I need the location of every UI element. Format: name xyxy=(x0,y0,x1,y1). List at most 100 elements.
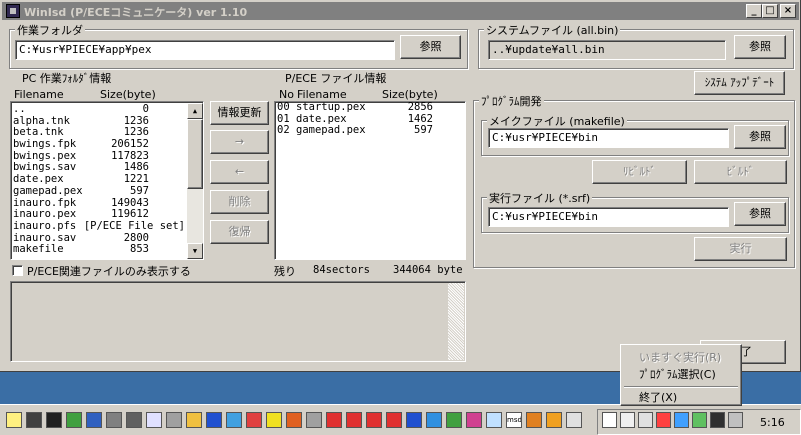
windows-icon[interactable] xyxy=(86,412,102,428)
pc-filesize: 0 xyxy=(142,103,149,115)
chat-icon[interactable] xyxy=(146,412,162,428)
system-file-input[interactable]: ..¥update¥all.bin xyxy=(488,40,726,60)
menu-item-exit[interactable]: 終了(X) xyxy=(623,389,739,406)
list-item[interactable]: makefile 853 xyxy=(13,244,187,256)
check-icon[interactable] xyxy=(566,412,582,428)
pece-list-title: P/ECE ファイル情報 xyxy=(285,72,387,85)
work-folder-label: 作業フォルダ xyxy=(15,22,85,38)
pece-filesize: 2856 xyxy=(407,101,433,113)
run-button[interactable]: 実行 xyxy=(694,237,787,261)
cpu-icon[interactable] xyxy=(126,412,142,428)
pc-col-filename: Filename xyxy=(14,88,64,101)
pc-filename: .. xyxy=(13,103,26,115)
star-icon[interactable] xyxy=(266,412,282,428)
pece-no: 00 xyxy=(277,101,290,113)
window-title: WinIsd (P/ECEコミュニケータ) ver 1.10 xyxy=(24,6,248,19)
pdf-icon[interactable] xyxy=(386,412,402,428)
pc-col-size: Size(byte) xyxy=(100,88,156,101)
remaining-bytes: 344064 byte xyxy=(393,264,463,276)
pdf-icon[interactable] xyxy=(366,412,382,428)
system-update-button[interactable]: ｼｽﾃﾑ ｱｯﾌﾟﾃﾞｰﾄ xyxy=(694,71,785,95)
pc-filename: inauro.pfs xyxy=(13,219,77,232)
exec-file-label: 実行ファイル (*.srf) xyxy=(487,190,593,206)
scroll-up-icon[interactable]: ▲ xyxy=(187,103,203,119)
pece-col-filename: Filename xyxy=(297,88,347,101)
paint-icon[interactable] xyxy=(286,412,302,428)
menu-item-select-program[interactable]: ﾌﾟﾛｸﾞﾗﾑ選択(C) xyxy=(623,366,739,383)
ie-icon[interactable] xyxy=(406,412,422,428)
scroll-down-icon[interactable]: ▼ xyxy=(187,243,203,259)
globe-icon[interactable] xyxy=(426,412,442,428)
main-window: WinIsd (P/ECEコミュニケータ) ver 1.10 _ □ × 作業フ… xyxy=(0,0,801,372)
pece-col-no: No xyxy=(279,88,294,101)
pece-filter-checkbox[interactable] xyxy=(12,265,23,276)
context-menu: いますぐ実行(R) ﾌﾟﾛｸﾞﾗﾑ選択(C) 終了(X) xyxy=(620,344,742,406)
folder-icon[interactable] xyxy=(186,412,202,428)
system-file-browse-button[interactable]: 参照 xyxy=(734,35,786,59)
pdf-icon[interactable] xyxy=(326,412,342,428)
pece-filename: gamepad.pex xyxy=(296,124,366,137)
delete-button[interactable]: 削除 xyxy=(210,190,269,214)
list-item[interactable]: inauro.pfs [P/ECE File set] xyxy=(13,219,187,233)
pc-filename: bwings.fpk xyxy=(13,138,77,151)
ie-icon[interactable] xyxy=(206,412,222,428)
tool-icon[interactable] xyxy=(246,412,262,428)
transfer-to-pece-button[interactable]: → xyxy=(210,130,269,154)
title-bar[interactable]: WinIsd (P/ECEコミュニケータ) ver 1.10 _ □ × xyxy=(2,2,799,20)
restore-button[interactable]: 復帰 xyxy=(210,220,269,244)
keyboard-icon[interactable] xyxy=(166,412,182,428)
pc-filesize: 597 xyxy=(130,184,149,197)
tree-icon[interactable] xyxy=(446,412,462,428)
scroll-thumb[interactable] xyxy=(187,119,203,189)
minimize-button[interactable]: _ xyxy=(746,4,762,18)
note-icon[interactable] xyxy=(486,412,502,428)
refresh-info-button[interactable]: 情報更新 xyxy=(210,101,269,125)
pc-filesize: [P/ECE File set] xyxy=(83,219,185,232)
app-icon[interactable] xyxy=(6,4,20,18)
pc-filesize: 853 xyxy=(130,243,149,256)
pece-col-size: Size(byte) xyxy=(382,88,438,101)
pen-icon[interactable] xyxy=(546,412,562,428)
pc-list-scrollbar[interactable]: ▲ ▼ xyxy=(187,103,203,259)
exec-file-input[interactable]: C:¥usr¥PIECE¥bin xyxy=(488,207,729,227)
work-folder-browse-button[interactable]: 参照 xyxy=(400,35,461,59)
close-window-button[interactable]: × xyxy=(780,4,796,18)
gear-icon[interactable] xyxy=(106,412,122,428)
menu-item-run-now[interactable]: いますぐ実行(R) xyxy=(623,349,739,366)
list-item[interactable]: 00 startup.pex 2856 xyxy=(277,102,463,114)
remaining-label: 残り xyxy=(274,265,296,278)
screen-icon[interactable] xyxy=(26,412,42,428)
makefile-browse-button[interactable]: 参照 xyxy=(734,125,786,149)
palette-icon[interactable] xyxy=(466,412,482,428)
rebuild-button[interactable]: ﾘﾋﾞﾙﾄﾞ xyxy=(592,160,687,184)
clock[interactable]: 5:16 xyxy=(760,416,785,429)
console-icon[interactable] xyxy=(46,412,62,428)
list-item[interactable]: .. 0 xyxy=(13,103,187,116)
tool-icon[interactable] xyxy=(306,412,322,428)
pdf-icon[interactable] xyxy=(346,412,362,428)
output-log[interactable] xyxy=(10,281,466,362)
remaining-sectors: 84sectors xyxy=(313,264,370,276)
pc-filename: gamepad.pex xyxy=(13,184,83,197)
transfer-to-pc-button[interactable]: ← xyxy=(210,160,269,184)
phone-icon[interactable] xyxy=(66,412,82,428)
pece-file-list[interactable]: 00 startup.pex 2856 01 date.pex 1462 02 gamepad… xyxy=(274,101,466,260)
makefile-input[interactable]: C:¥usr¥PIECE¥bin xyxy=(488,128,729,148)
pece-filename: startup.pex xyxy=(296,101,366,113)
exit-button-label: 了 xyxy=(741,345,752,358)
list-item[interactable]: gamepad.pex 597 xyxy=(13,184,187,198)
work-folder-input[interactable]: C:¥usr¥PIECE¥app¥pex xyxy=(15,40,395,60)
maximize-button[interactable]: □ xyxy=(762,4,778,18)
pc-filename: makefile xyxy=(13,243,64,256)
pc-file-list[interactable]: .. 0 alpha.tnk 1236 beta.tnk 1236 bwings.fpk 20… xyxy=(10,101,204,260)
pece-filesize: 597 xyxy=(414,124,433,137)
web-icon[interactable] xyxy=(226,412,242,428)
system-file-label: システムファイル (all.bin) xyxy=(484,22,621,38)
link-icon[interactable] xyxy=(526,412,542,428)
list-item[interactable]: bwings.fpk 206152 xyxy=(13,138,187,151)
exec-file-browse-button[interactable]: 参照 xyxy=(734,202,786,226)
list-item[interactable]: 02 gamepad.pex 597 xyxy=(277,125,463,137)
msdn-icon[interactable]: msdn xyxy=(506,412,522,428)
build-button[interactable]: ﾋﾞﾙﾄﾞ xyxy=(694,160,787,184)
desktop-icon[interactable] xyxy=(6,412,22,428)
